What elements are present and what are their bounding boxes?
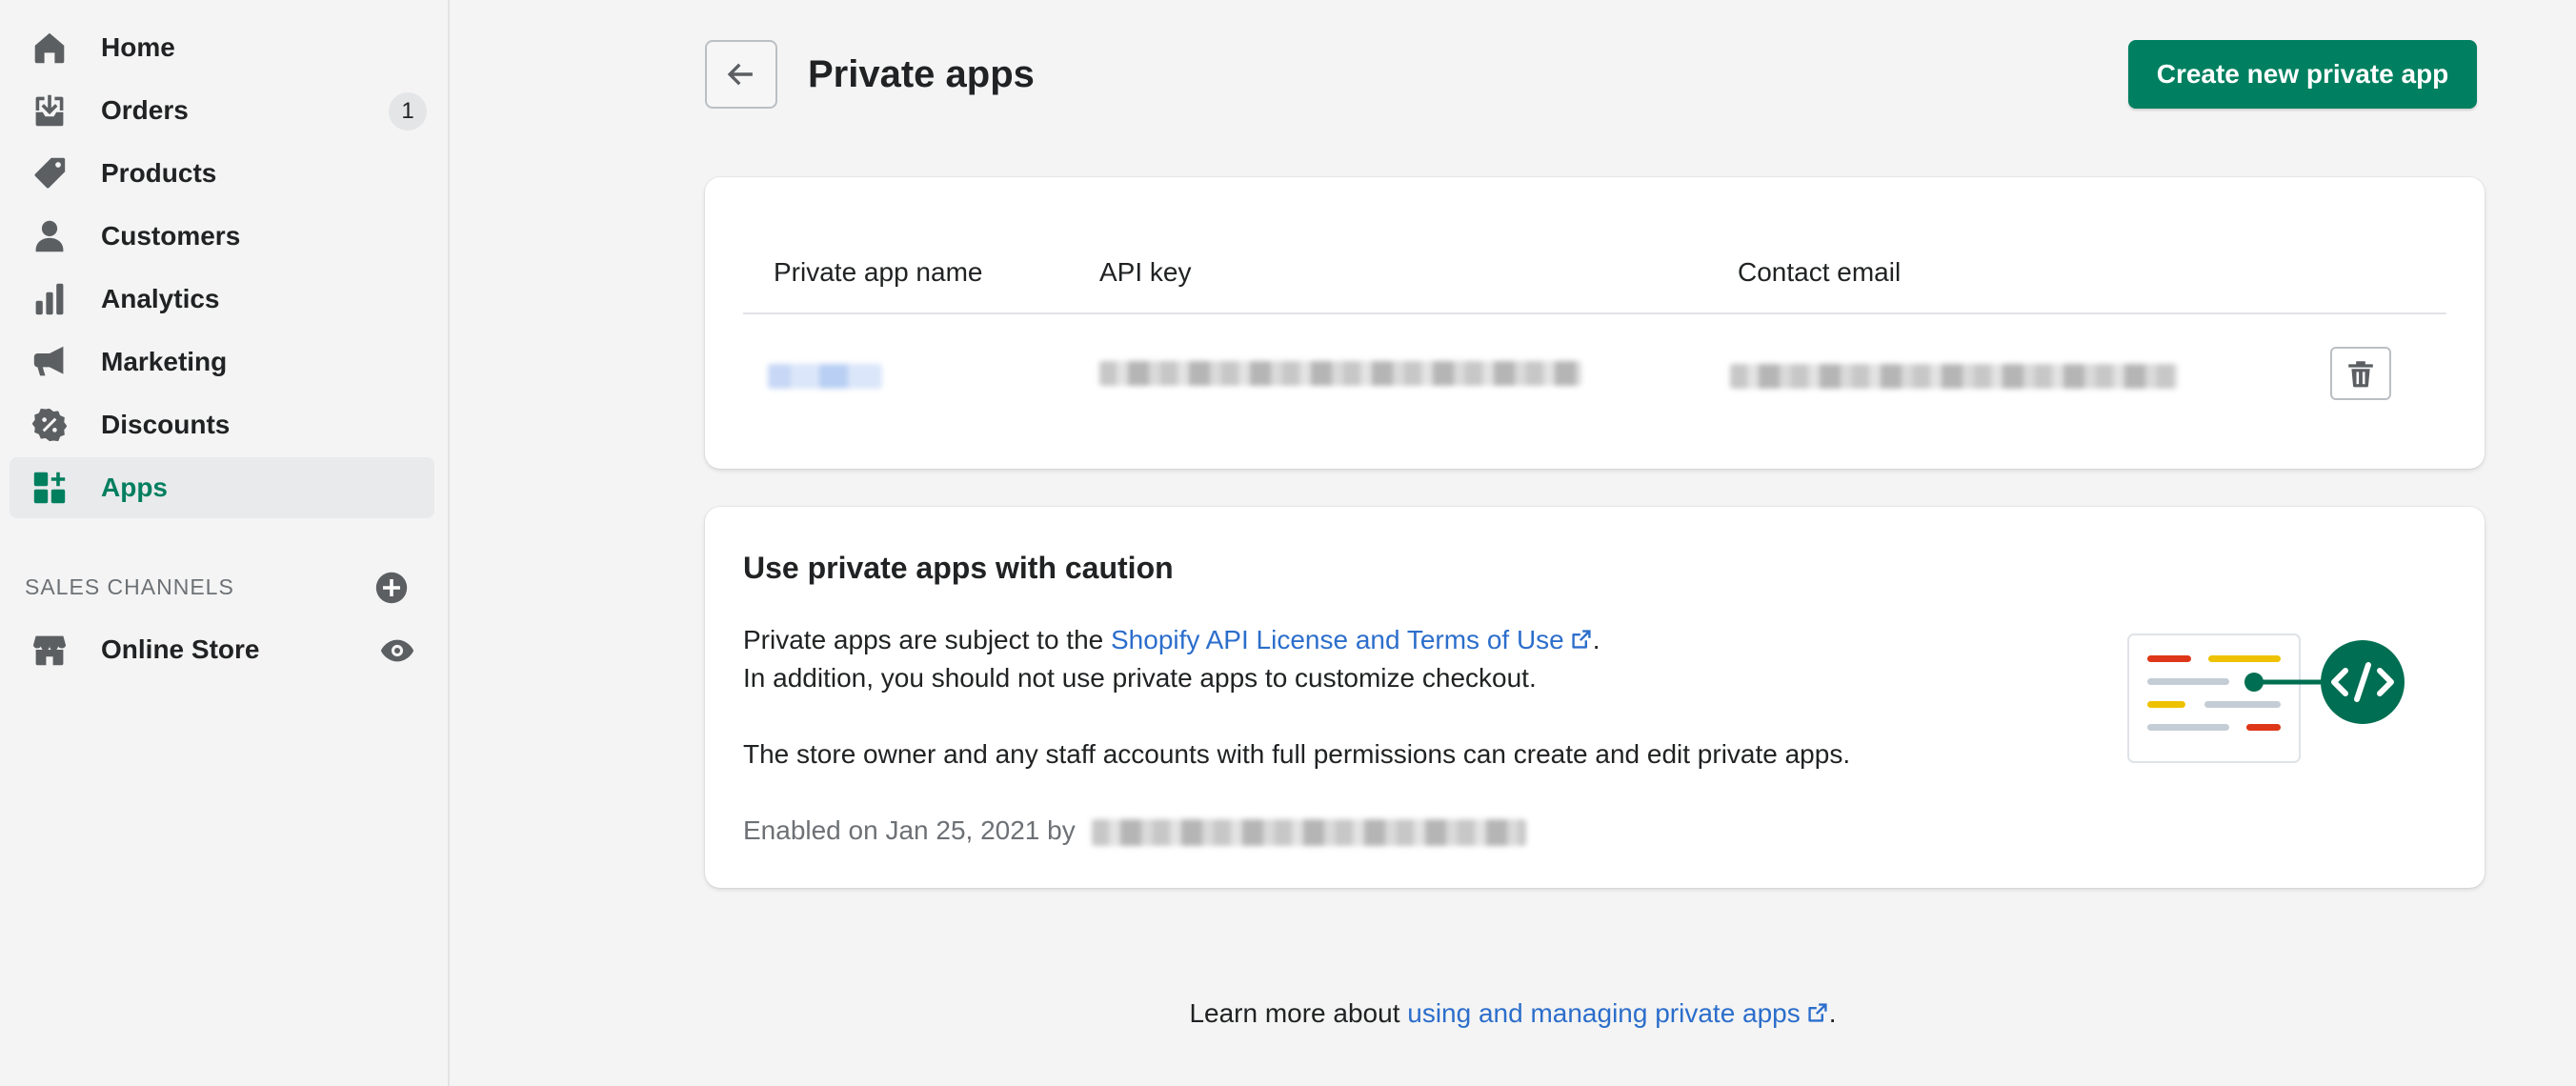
terms-suffix: . bbox=[1592, 625, 1600, 654]
enabled-by-text: Enabled on Jan 25, 2021 by bbox=[743, 812, 1076, 850]
store-icon bbox=[32, 633, 67, 667]
learn-more-prefix: Learn more about bbox=[1189, 998, 1408, 1028]
sidebar-item-apps[interactable]: Apps bbox=[10, 457, 434, 518]
person-icon bbox=[32, 219, 67, 253]
column-header-contact-email: Contact email bbox=[1738, 257, 1902, 287]
page-title: Private apps bbox=[808, 53, 1035, 95]
learn-more-text: Learn more about using and managing priv… bbox=[0, 995, 2576, 1033]
caution-card: Use private apps with caution Private ap… bbox=[705, 507, 2485, 888]
terms-prefix: Private apps are subject to the bbox=[743, 625, 1111, 654]
terms-paragraph: Private apps are subject to the Shopify … bbox=[743, 621, 1600, 659]
app-root: Home Orders 1 Products Customers Analyti… bbox=[0, 0, 2576, 1086]
learn-more-suffix: . bbox=[1828, 998, 1837, 1028]
sidebar-item-discounts[interactable]: Discounts bbox=[10, 394, 434, 455]
external-link-icon bbox=[1808, 1003, 1827, 1022]
sidebar-item-label: Customers bbox=[101, 221, 241, 251]
checkout-warning-text: In addition, you should not use private … bbox=[743, 663, 1537, 693]
sidebar-item-label: Products bbox=[101, 158, 217, 188]
permissions-text: The store owner and any staff accounts w… bbox=[743, 739, 1851, 769]
external-link-icon bbox=[1572, 630, 1591, 649]
trash-icon bbox=[2348, 361, 2373, 388]
table-divider bbox=[743, 312, 2446, 314]
megaphone-icon bbox=[32, 345, 67, 379]
sidebar-item-products[interactable]: Products bbox=[10, 143, 434, 204]
plus-circle-icon bbox=[375, 572, 408, 604]
eye-icon bbox=[380, 639, 414, 662]
orders-icon bbox=[32, 93, 67, 128]
sidebar-item-label: Home bbox=[101, 32, 175, 62]
sidebar-item-label: Orders bbox=[101, 95, 189, 125]
sidebar-item-label: Discounts bbox=[101, 410, 231, 439]
column-header-app-name: Private app name bbox=[774, 257, 983, 287]
code-illustration bbox=[2127, 634, 2405, 763]
sidebar-item-customers[interactable]: Customers bbox=[10, 206, 434, 267]
api-key-redacted bbox=[1099, 361, 1581, 386]
api-terms-link-label: Shopify API License and Terms of Use bbox=[1111, 625, 1564, 654]
sidebar-item-analytics[interactable]: Analytics bbox=[10, 269, 434, 330]
enabled-date-text: Enabled on Jan 25, 2021 by bbox=[743, 815, 1076, 845]
sidebar-item-label: Online Store bbox=[101, 634, 260, 664]
sidebar-item-online-store[interactable]: Online Store bbox=[10, 619, 434, 680]
api-terms-link[interactable]: Shopify API License and Terms of Use bbox=[1111, 625, 1593, 654]
sidebar: Home Orders 1 Products Customers Analyti… bbox=[0, 0, 450, 1086]
delete-app-button[interactable] bbox=[2330, 347, 2391, 400]
caution-heading: Use private apps with caution bbox=[743, 551, 1174, 585]
sidebar-item-label: Marketing bbox=[101, 347, 228, 376]
tag-icon bbox=[32, 156, 67, 191]
sidebar-item-marketing[interactable]: Marketing bbox=[10, 332, 434, 392]
add-sales-channel-button[interactable] bbox=[374, 571, 409, 605]
home-icon bbox=[32, 30, 67, 65]
arrow-left-icon bbox=[727, 63, 753, 86]
view-store-button[interactable] bbox=[379, 633, 415, 669]
sidebar-item-orders[interactable]: Orders 1 bbox=[10, 80, 434, 141]
sidebar-item-label: Analytics bbox=[101, 284, 220, 313]
orders-count-badge: 1 bbox=[389, 92, 427, 131]
sidebar-item-label: Apps bbox=[101, 473, 168, 502]
discount-icon bbox=[32, 408, 67, 442]
managing-private-apps-link-label: using and managing private apps bbox=[1407, 998, 1801, 1028]
private-apps-table-card: Private app name API key Contact email bbox=[705, 177, 2485, 469]
managing-private-apps-link[interactable]: using and managing private apps bbox=[1407, 998, 1829, 1028]
enabled-by-user-redacted bbox=[1092, 819, 1526, 846]
sales-channels-heading: SALES CHANNELS bbox=[25, 574, 234, 599]
column-header-api-key: API key bbox=[1099, 257, 1192, 287]
app-name-link-redacted[interactable] bbox=[768, 364, 882, 389]
sidebar-item-home[interactable]: Home bbox=[10, 17, 434, 78]
apps-icon bbox=[32, 471, 67, 505]
contact-email-redacted bbox=[1730, 364, 2178, 389]
back-button[interactable] bbox=[705, 40, 777, 109]
create-private-app-button[interactable]: Create new private app bbox=[2128, 40, 2477, 109]
bar-chart-icon bbox=[32, 282, 67, 316]
